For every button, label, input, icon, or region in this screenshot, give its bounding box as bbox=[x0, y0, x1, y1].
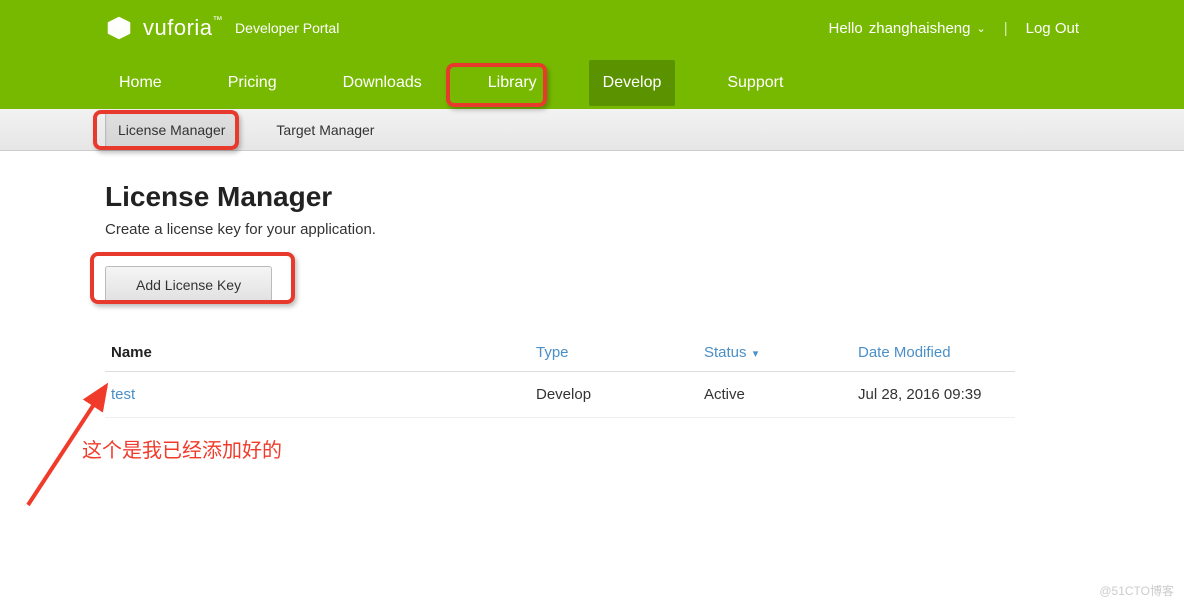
add-license-key-button[interactable]: Add License Key bbox=[105, 266, 272, 304]
col-header-name[interactable]: Name bbox=[105, 334, 530, 372]
nav-library[interactable]: Library bbox=[474, 60, 551, 106]
brand-subtitle: Developer Portal bbox=[235, 20, 339, 36]
watermark: @51CTO博客 bbox=[1099, 582, 1174, 599]
divider: | bbox=[1004, 20, 1008, 37]
brand-name: vuforia™ bbox=[143, 15, 223, 41]
main-nav: Home Pricing Downloads Library Develop S… bbox=[0, 56, 1184, 109]
license-status: Active bbox=[698, 372, 852, 418]
nav-develop[interactable]: Develop bbox=[589, 60, 676, 106]
nav-pricing[interactable]: Pricing bbox=[214, 60, 291, 106]
logout-link[interactable]: Log Out bbox=[1026, 20, 1079, 37]
annotation-text: 这个是我已经添加好的 bbox=[82, 434, 282, 463]
logo-area[interactable]: vuforia™ Developer Portal bbox=[105, 14, 339, 42]
license-name-link[interactable]: test bbox=[105, 372, 530, 418]
col-header-type[interactable]: Type bbox=[530, 334, 698, 372]
vuforia-logo-icon bbox=[105, 14, 133, 42]
license-table: Name Type Status ▾ Date Modified test De… bbox=[105, 334, 1015, 418]
nav-downloads[interactable]: Downloads bbox=[329, 60, 436, 106]
page-title: License Manager bbox=[105, 181, 1079, 213]
table-header-row: Name Type Status ▾ Date Modified bbox=[105, 334, 1015, 372]
top-header: vuforia™ Developer Portal Hello zhanghai… bbox=[0, 0, 1184, 56]
main-content: License Manager Create a license key for… bbox=[0, 151, 1184, 448]
tab-target-manager[interactable]: Target Manager bbox=[264, 112, 386, 148]
tab-license-manager[interactable]: License Manager bbox=[105, 111, 238, 149]
username: zhanghaisheng bbox=[869, 20, 971, 37]
nav-support[interactable]: Support bbox=[713, 60, 797, 106]
greeting-prefix: Hello bbox=[829, 20, 863, 37]
sort-down-icon: ▾ bbox=[753, 348, 759, 360]
user-menu[interactable]: Hello zhanghaisheng ⌄ bbox=[829, 20, 986, 37]
table-row: test Develop Active Jul 28, 2016 09:39 bbox=[105, 372, 1015, 418]
col-header-status[interactable]: Status ▾ bbox=[698, 334, 852, 372]
chevron-down-icon: ⌄ bbox=[977, 22, 986, 35]
header-right: Hello zhanghaisheng ⌄ | Log Out bbox=[829, 20, 1079, 37]
license-date: Jul 28, 2016 09:39 bbox=[852, 372, 1015, 418]
sub-nav: License Manager Target Manager bbox=[0, 109, 1184, 151]
license-type: Develop bbox=[530, 372, 698, 418]
page-description: Create a license key for your applicatio… bbox=[105, 221, 1079, 238]
col-header-date-modified[interactable]: Date Modified bbox=[852, 334, 1015, 372]
nav-home[interactable]: Home bbox=[105, 60, 176, 106]
